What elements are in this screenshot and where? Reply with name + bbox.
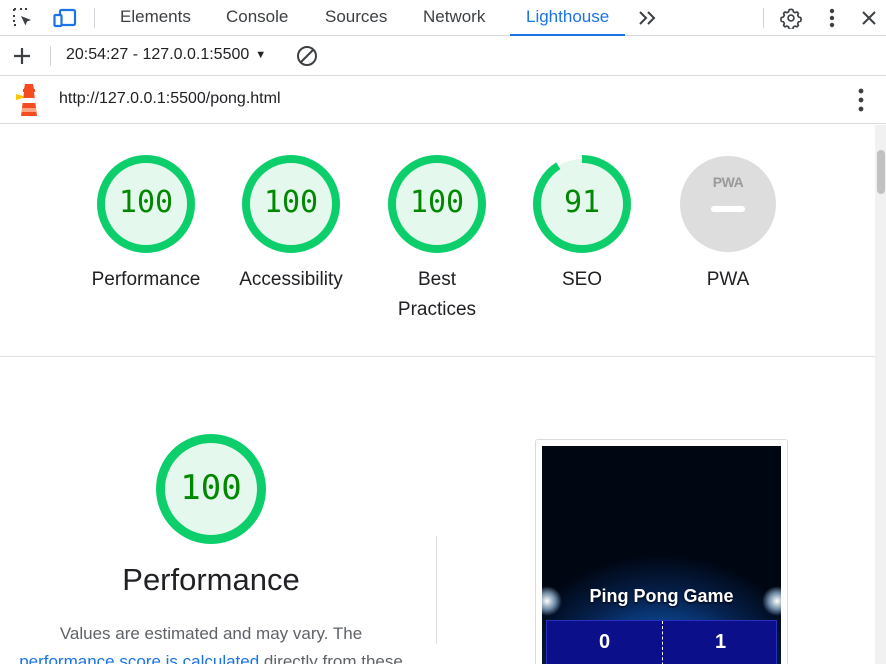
screenshot-scoreboard: 0 1	[546, 620, 777, 664]
gauge-score: 100	[118, 185, 174, 220]
dropdown-caret-icon: ▼	[255, 49, 267, 61]
toolbar-divider	[763, 8, 764, 28]
new-report-plus-icon[interactable]	[10, 44, 34, 68]
performance-large-gauge[interactable]: 100	[156, 434, 266, 544]
description-line: Values are estimated and may vary. The	[59, 624, 363, 643]
report-url-bar: http://127.0.0.1:5500/pong.html	[0, 77, 886, 124]
gauge-performance[interactable]: 100	[96, 155, 196, 253]
gauge-label-accessibility: Accessibility	[239, 269, 343, 290]
screenshot-image: Ping Pong Game 0 1	[542, 446, 781, 664]
description-text: directly from these	[259, 652, 403, 664]
settings-gear-icon[interactable]	[779, 6, 803, 30]
vertical-scrollbar[interactable]	[875, 125, 886, 664]
report-selector[interactable]: 20:54:27 - 127.0.0.1:5500 ▼	[66, 46, 266, 64]
devtools-tabbar: Elements Console Sources Network Lightho…	[0, 0, 886, 36]
gauge-accessibility[interactable]: 100	[241, 155, 341, 253]
tab-sources[interactable]: Sources	[325, 0, 387, 36]
gauge-pwa[interactable]: PWA	[678, 155, 778, 253]
tab-console[interactable]: Console	[226, 0, 288, 36]
pwa-badge-icon	[680, 156, 776, 252]
gauge-score: 100	[180, 468, 242, 508]
description-line: performance score is calculated directly…	[0, 648, 422, 664]
tab-elements[interactable]: Elements	[120, 0, 191, 36]
scrollbar-thumb[interactable]	[877, 150, 885, 194]
gauge-label-pwa: PWA	[706, 269, 750, 290]
gauge-score: 100	[409, 185, 465, 220]
lighthouse-logo-icon	[16, 83, 42, 122]
gauge-label-seo: SEO	[561, 269, 603, 290]
report-selector-label: 20:54:27 - 127.0.0.1:5500	[66, 46, 250, 63]
tab-lighthouse[interactable]: Lighthouse	[510, 0, 626, 36]
performance-heading: Performance	[122, 562, 300, 597]
clear-reports-icon[interactable]	[295, 44, 319, 68]
gauge-label-performance: Performance	[91, 269, 201, 290]
score-right: 1	[714, 631, 727, 653]
column-divider	[436, 536, 437, 644]
close-devtools-icon[interactable]	[857, 6, 881, 30]
performance-description: Values are estimated and may vary. The p…	[0, 620, 422, 664]
lighthouse-toolbar: 20:54:27 - 127.0.0.1:5500 ▼	[0, 37, 886, 76]
gauge-score: 91	[563, 185, 601, 220]
report-menu-kebab-icon[interactable]	[849, 88, 873, 112]
gauge-seo[interactable]: 91	[532, 155, 632, 253]
toolbar-divider	[50, 46, 51, 66]
performance-score-link[interactable]: performance score is calculated	[19, 652, 259, 664]
toolbar-divider	[94, 8, 95, 28]
gauge-best-practices[interactable]: 100	[387, 155, 487, 253]
more-tabs-chevron-icon[interactable]	[635, 6, 659, 30]
lighthouse-report: 100 100 100 91 PWA Performance Accessibi…	[0, 125, 875, 664]
inspect-element-icon[interactable]	[11, 6, 35, 30]
report-url: http://127.0.0.1:5500/pong.html	[59, 90, 281, 107]
final-screenshot[interactable]: Ping Pong Game 0 1	[535, 439, 788, 664]
pwa-badge-text: PWA	[712, 174, 744, 190]
score-left: 0	[598, 631, 611, 653]
section-divider	[0, 356, 875, 357]
tab-network[interactable]: Network	[423, 0, 485, 36]
gauge-label-best-practices: Best Practices	[397, 269, 477, 320]
screenshot-game-title: Ping Pong Game	[589, 586, 734, 606]
gauge-score: 100	[263, 185, 319, 220]
device-toolbar-icon[interactable]	[53, 6, 77, 30]
more-options-kebab-icon[interactable]	[820, 6, 844, 30]
